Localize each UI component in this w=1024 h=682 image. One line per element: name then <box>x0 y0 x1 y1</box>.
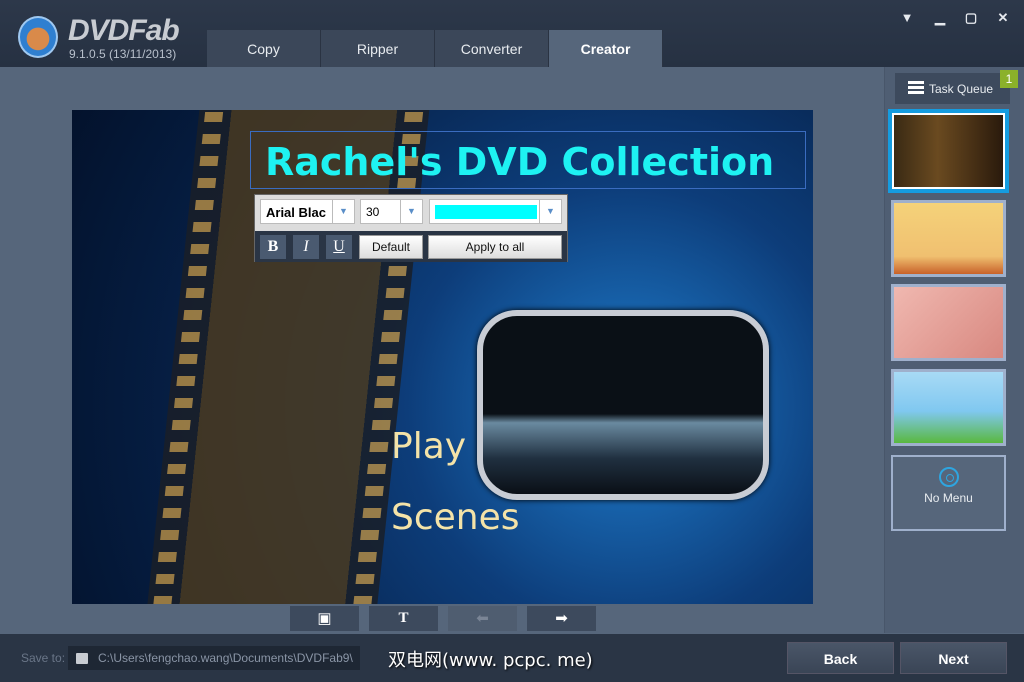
title-bar: DVDFab 9.1.0.5 (13/11/2013) Copy Ripper … <box>0 0 1024 67</box>
template-no-menu[interactable]: No Menu <box>891 455 1006 531</box>
template-thumb-kids[interactable] <box>891 369 1006 446</box>
menu-preview-canvas[interactable]: Rachel's DVD Collection Play Scenes <box>72 110 813 604</box>
italic-button[interactable]: I <box>293 235 319 259</box>
arrow-right-icon: ➡ <box>555 610 568 627</box>
menu-item-scenes[interactable]: Scenes <box>391 497 520 538</box>
template-thumb-love[interactable] <box>891 284 1006 361</box>
no-menu-label: No Menu <box>924 491 973 505</box>
menu-title[interactable]: Rachel's DVD Collection <box>265 140 774 184</box>
tab-copy[interactable]: Copy <box>207 30 321 67</box>
font-size-value: 30 <box>366 205 380 219</box>
app-version: 9.1.0.5 (13/11/2013) <box>69 47 177 61</box>
tab-creator[interactable]: Creator <box>549 30 663 67</box>
app-name: DVDFab <box>68 14 180 47</box>
minimize-icon[interactable]: ▁ <box>930 10 950 26</box>
add-text-button[interactable]: T <box>369 606 438 631</box>
task-count-badge: 1 <box>1000 70 1018 88</box>
chevron-down-icon: ▼ <box>539 200 561 223</box>
menu-item-play[interactable]: Play <box>391 426 466 467</box>
color-swatch <box>435 205 537 219</box>
toolbar-strip <box>0 67 884 107</box>
next-page-button[interactable]: ➡ <box>527 606 596 631</box>
arrow-left-icon: ⬅ <box>476 610 489 627</box>
chevron-down-icon: ▼ <box>332 200 354 223</box>
color-select[interactable]: ▼ <box>429 199 562 224</box>
bold-button[interactable]: B <box>260 235 286 259</box>
dvdfab-logo-icon <box>18 16 58 58</box>
list-icon <box>908 81 924 96</box>
disc-icon <box>938 467 959 487</box>
add-image-button[interactable]: ▣ <box>290 606 359 631</box>
font-value: Arial Blac <box>266 205 326 220</box>
default-button[interactable]: Default <box>359 235 423 259</box>
dropdown-menu-icon[interactable]: ▼ <box>897 10 917 25</box>
apply-to-all-button[interactable]: Apply to all <box>428 235 562 259</box>
text-icon: T <box>398 610 409 626</box>
template-thumb-my-dvd[interactable] <box>888 109 1009 193</box>
watermark-text: 双电网(www. pcpc. me) <box>388 650 593 671</box>
image-icon: ▣ <box>317 610 332 627</box>
text-format-toolbar: Arial Blac ▼ 30 ▼ ▼ B I U Default Apply to… <box>254 194 568 262</box>
close-icon[interactable]: ✕ <box>993 10 1013 26</box>
save-path-field[interactable]: C:\Users\fengchao.wang\Documents\DVDFab9… <box>68 646 360 670</box>
tab-ripper[interactable]: Ripper <box>321 30 435 67</box>
save-to-label: Save to: <box>21 651 66 665</box>
template-thumb-birthday[interactable] <box>891 200 1006 277</box>
chevron-down-icon: ▼ <box>400 200 422 223</box>
back-button[interactable]: Back <box>787 642 894 674</box>
next-button[interactable]: Next <box>900 642 1007 674</box>
task-queue-button[interactable]: Task Queue <box>895 73 1010 104</box>
tab-converter[interactable]: Converter <box>435 30 549 67</box>
folder-icon[interactable] <box>76 653 88 664</box>
maximize-icon[interactable]: ▢ <box>961 10 981 26</box>
task-queue-label: Task Queue <box>929 81 994 96</box>
save-path-value: C:\Users\fengchao.wang\Documents\DVDFab9… <box>98 651 353 665</box>
video-frame <box>477 310 769 500</box>
underline-button[interactable]: U <box>326 235 352 259</box>
font-size-select[interactable]: 30 ▼ <box>360 199 423 224</box>
font-select[interactable]: Arial Blac ▼ <box>260 199 355 224</box>
previous-page-button[interactable]: ⬅ <box>448 606 517 631</box>
